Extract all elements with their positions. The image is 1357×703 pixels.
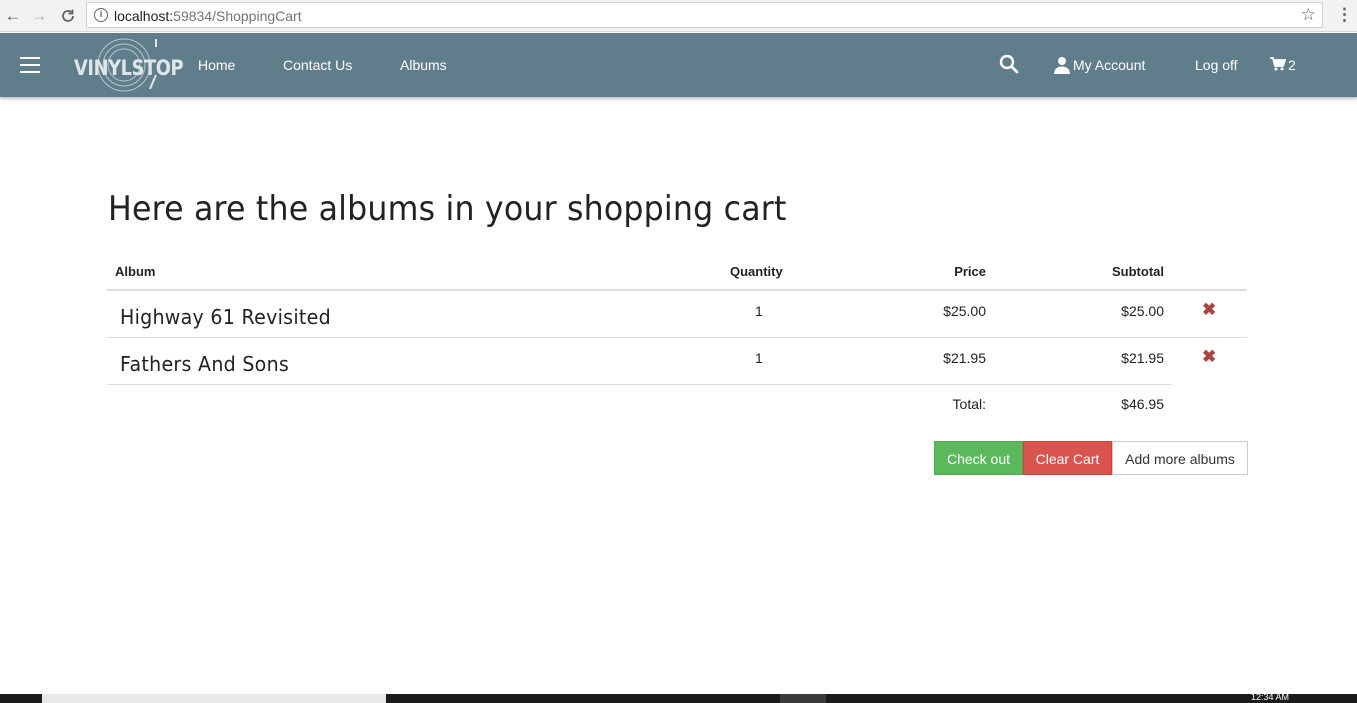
reload-icon[interactable]	[57, 5, 79, 27]
bookmark-star-icon[interactable]: ☆	[1301, 5, 1316, 25]
cart-count[interactable]: 2	[1288, 57, 1296, 73]
table-row: Highway 61 Revisited 1 $25.00 $25.00 ✖	[107, 291, 1247, 338]
cart-actions: Check out Clear Cart Add more albums	[934, 441, 1248, 475]
hamburger-menu-icon[interactable]	[20, 57, 40, 73]
album-price: $21.95	[943, 350, 986, 366]
browser-menu-icon[interactable]: ⋮	[1336, 5, 1353, 25]
nav-logoff-link[interactable]: Log off	[1195, 57, 1238, 73]
user-icon[interactable]	[1053, 56, 1071, 74]
album-subtotal: $21.95	[1121, 350, 1164, 366]
nav-contact-link[interactable]: Contact Us	[283, 57, 352, 73]
table-row: Fathers And Sons 1 $21.95 $21.95 ✖	[107, 338, 1247, 385]
remove-item-icon[interactable]: ✖	[1202, 300, 1216, 320]
total-value: $46.95	[1121, 396, 1164, 412]
nav-albums-link[interactable]: Albums	[400, 57, 447, 73]
url-text[interactable]: localhost:59834/ShoppingCart	[114, 8, 302, 24]
browser-toolbar: ← → i localhost:59834/ShoppingCart ☆ ⋮	[0, 0, 1357, 32]
total-label: Total:	[952, 396, 986, 412]
vinylstop-logo[interactable]: VINYLSTOP	[72, 37, 184, 93]
column-header-price: Price	[954, 264, 986, 279]
os-taskbar: 12:34 AM	[0, 692, 1357, 703]
album-quantity: 1	[755, 303, 763, 319]
row-divider	[107, 384, 1172, 385]
album-price: $25.00	[943, 303, 986, 319]
shopping-cart-icon[interactable]	[1270, 57, 1287, 71]
clear-cart-button[interactable]: Clear Cart	[1023, 441, 1112, 475]
column-header-quantity: Quantity	[730, 264, 783, 279]
taskbar-app-button[interactable]	[780, 694, 826, 703]
album-title: Highway 61 Revisited	[120, 305, 331, 329]
app-navbar: VINYLSTOP Home Contact Us Albums My Acco…	[0, 33, 1357, 97]
column-header-album: Album	[115, 264, 156, 279]
address-bar[interactable]: i localhost:59834/ShoppingCart ☆	[86, 2, 1323, 28]
album-title: Fathers And Sons	[120, 352, 290, 376]
taskbar-window-button[interactable]	[42, 694, 386, 703]
add-more-albums-button[interactable]: Add more albums	[1112, 441, 1248, 475]
album-quantity: 1	[755, 350, 763, 366]
page-title: Here are the albums in your shopping car…	[108, 189, 787, 229]
url-host: localhost:	[114, 8, 174, 24]
checkout-button[interactable]: Check out	[934, 441, 1023, 475]
url-path: 59834/ShoppingCart	[173, 8, 302, 24]
info-icon[interactable]: i	[94, 8, 108, 22]
nav-my-account-link[interactable]: My Account	[1073, 57, 1145, 73]
search-icon[interactable]	[998, 53, 1020, 75]
taskbar-clock: 12:34 AM	[1251, 692, 1290, 702]
nav-home-link[interactable]: Home	[198, 57, 235, 73]
logo-text: VINYLSTOP	[74, 56, 184, 80]
column-header-subtotal: Subtotal	[1112, 264, 1164, 279]
forward-arrow-icon[interactable]: →	[28, 5, 50, 27]
back-arrow-icon[interactable]: ←	[2, 5, 24, 27]
remove-item-icon[interactable]: ✖	[1202, 347, 1216, 367]
album-subtotal: $25.00	[1121, 303, 1164, 319]
